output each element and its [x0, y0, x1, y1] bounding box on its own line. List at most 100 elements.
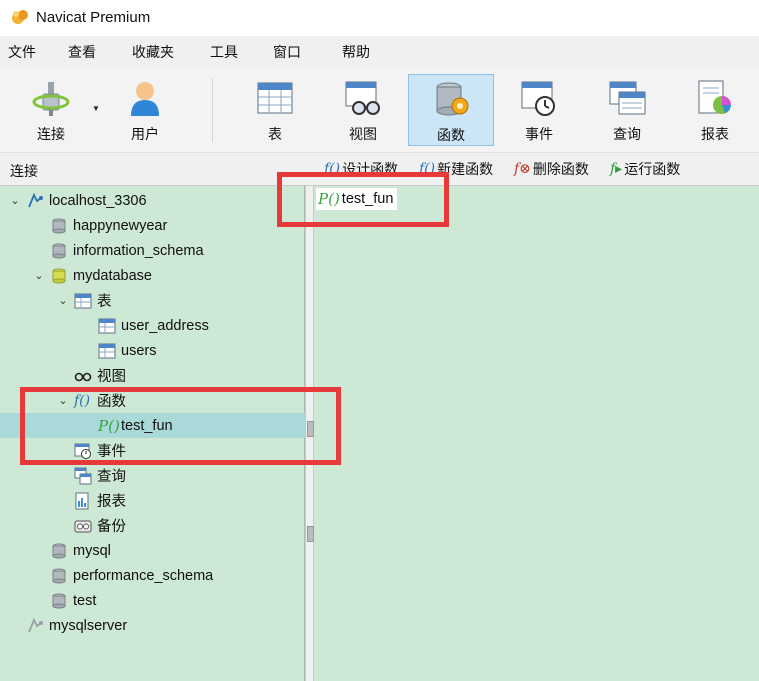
delete-function-icon: f⊗ — [514, 161, 531, 177]
menu-file[interactable]: 文件 — [0, 42, 36, 62]
event-button[interactable]: 事件 — [496, 74, 582, 146]
query-icon — [74, 467, 92, 484]
tree-label: 函数 — [97, 394, 126, 410]
tree-label: 事件 — [97, 444, 126, 460]
report-button[interactable]: 报表 — [672, 74, 758, 146]
chevron-down-icon[interactable]: ⌄ — [56, 294, 70, 307]
tree-label: mydatabase — [73, 267, 152, 284]
tree-label: users — [121, 342, 157, 359]
tree-item-localhost[interactable]: ⌄ localhost_3306 — [0, 188, 305, 213]
splitter-grip-icon[interactable] — [307, 526, 314, 542]
tree-item-test-fun[interactable]: P() test_fun — [0, 413, 305, 438]
splitter-grip-icon[interactable] — [307, 421, 314, 437]
run-function-button[interactable]: f▸ 运行函数 — [610, 159, 680, 179]
object-item-label: test_fun — [341, 191, 394, 207]
table-folder-icon — [74, 293, 92, 308]
tree-item-tables-folder[interactable]: ⌄ 表 — [0, 288, 305, 313]
title-bar: Navicat Premium — [0, 0, 759, 34]
connection-button[interactable]: 连接 — [8, 74, 94, 146]
tree-label: mysql — [73, 542, 111, 559]
tree-label: user_address — [121, 317, 209, 334]
object-toolbar: 连接 f() 设计函数 f() 新建函数 f⊗ 删除函数 f▸ 运行函数 — [0, 153, 759, 186]
tree-label: 备份 — [97, 519, 126, 535]
event-icon — [74, 443, 91, 459]
tree-item-mydatabase[interactable]: ⌄ mydatabase — [0, 263, 305, 288]
tree-label: 视图 — [97, 369, 126, 385]
design-function-label: 设计函数 — [342, 161, 399, 177]
object-list-pane[interactable] — [314, 186, 759, 681]
pane-splitter[interactable] — [305, 186, 314, 681]
function-button[interactable]: 函数 — [408, 74, 494, 146]
menu-window[interactable]: 窗口 — [265, 42, 301, 62]
tree-label: 查询 — [97, 469, 126, 485]
user-icon — [131, 82, 159, 116]
tree-item-events[interactable]: 事件 — [0, 438, 305, 463]
design-function-icon: f() — [324, 161, 341, 177]
tree-item-users[interactable]: users — [0, 338, 305, 363]
view-label: 视图 — [349, 126, 377, 142]
menu-view[interactable]: 查看 — [60, 42, 96, 62]
view-glasses-icon — [74, 372, 92, 381]
tree-label: localhost_3306 — [49, 192, 147, 209]
user-label: 用户 — [131, 126, 159, 142]
tree-item-performance-schema[interactable]: performance_schema — [0, 563, 305, 588]
table-button[interactable]: 表 — [232, 74, 318, 146]
function-database-icon — [436, 82, 469, 116]
tree-item-functions[interactable]: ⌄ f() 函数 — [0, 388, 305, 413]
connection-icon — [28, 192, 43, 207]
database-icon — [52, 243, 66, 258]
pane-title: 连接 — [10, 163, 38, 179]
tree-item-mysqlserver[interactable]: mysqlserver — [0, 613, 305, 638]
tree-label: happynewyear — [73, 217, 168, 234]
object-item-test-fun[interactable]: P() test_fun — [316, 188, 398, 210]
run-function-icon: f▸ — [610, 161, 623, 177]
database-icon — [52, 568, 66, 583]
menu-tools[interactable]: 工具 — [202, 42, 238, 62]
connection-dropdown-arrow-icon[interactable]: ▼ — [92, 104, 100, 113]
tree-item-views[interactable]: 视图 — [0, 363, 305, 388]
tree-item-information-schema[interactable]: information_schema — [0, 238, 305, 263]
new-function-button[interactable]: f() 新建函数 — [419, 159, 493, 179]
event-clock-icon — [521, 81, 555, 116]
tree-item-mysql[interactable]: mysql — [0, 538, 305, 563]
menu-bar: 文件 查看 收藏夹 工具 窗口 帮助 — [0, 36, 759, 68]
chevron-down-icon[interactable]: ⌄ — [56, 394, 70, 407]
tree-item-test[interactable]: test — [0, 588, 305, 613]
tree-label: test_fun — [121, 417, 173, 434]
delete-function-button[interactable]: f⊗ 删除函数 — [514, 159, 589, 179]
menu-help[interactable]: 帮助 — [334, 42, 370, 62]
menu-favorites[interactable]: 收藏夹 — [124, 42, 174, 62]
function-icon: f() — [74, 392, 91, 409]
database-icon — [52, 218, 66, 233]
report-chart-icon — [698, 80, 731, 114]
navicat-logo-icon — [12, 10, 28, 24]
chevron-down-icon[interactable]: ⌄ — [32, 269, 46, 282]
tree-label: 报表 — [97, 494, 126, 510]
navigation-tree[interactable]: ⌄ localhost_3306 happynewyear informatio… — [0, 186, 305, 681]
report-label: 报表 — [701, 126, 729, 142]
tree-item-happynewyear[interactable]: happynewyear — [0, 213, 305, 238]
tree-item-queries[interactable]: 查询 — [0, 463, 305, 488]
design-function-button[interactable]: f() 设计函数 — [324, 159, 398, 179]
connection-disconnected-icon — [28, 617, 43, 632]
tree-label: mysqlserver — [49, 617, 128, 634]
user-button[interactable]: 用户 — [102, 74, 188, 146]
run-function-label: 运行函数 — [624, 161, 681, 177]
query-button[interactable]: 查询 — [584, 74, 670, 146]
tree-item-user-address[interactable]: user_address — [0, 313, 305, 338]
event-label: 事件 — [525, 126, 553, 142]
new-function-label: 新建函数 — [437, 161, 494, 177]
database-icon — [52, 593, 66, 608]
procedure-icon: P() — [318, 190, 340, 208]
new-function-icon: f() — [419, 161, 436, 177]
tree-item-backups[interactable]: 备份 — [0, 513, 305, 538]
table-label: 表 — [268, 126, 282, 142]
tree-item-reports[interactable]: 报表 — [0, 488, 305, 513]
chevron-down-icon[interactable]: ⌄ — [8, 194, 22, 207]
report-icon — [75, 492, 89, 509]
view-button[interactable]: 视图 — [320, 74, 406, 146]
table-icon — [98, 318, 116, 333]
database-open-icon — [52, 268, 66, 283]
connection-label: 连接 — [37, 126, 65, 142]
main-toolbar: 连接 用户 表 视图 函数 事件 查询 报表 — [0, 68, 759, 153]
